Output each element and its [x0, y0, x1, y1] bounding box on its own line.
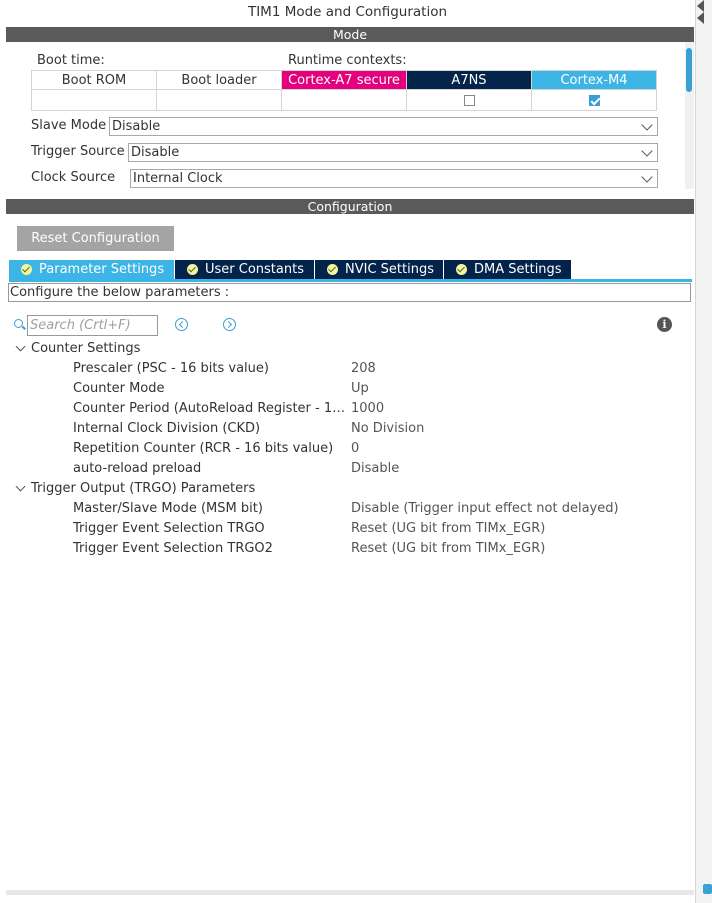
reset-configuration-button[interactable]: Reset Configuration — [17, 226, 174, 251]
trigger-source-value: Disable — [131, 145, 180, 160]
param-row-counter-period[interactable]: Counter Period (AutoReload Register - 16… — [6, 399, 694, 419]
search-row: i — [6, 314, 694, 336]
slave-mode-value: Disable — [112, 119, 161, 134]
tab-label: DMA Settings — [474, 262, 562, 277]
param-name: Internal Clock Division (CKD) — [73, 421, 261, 436]
configuration-panel: Reset Configuration Parameter Settings U… — [6, 214, 694, 890]
runtime-contexts-label: Runtime contexts: — [288, 53, 407, 68]
param-row-repetition-counter[interactable]: Repetition Counter (RCR - 16 bits value)… — [6, 439, 694, 459]
context-a7ns: A7NS — [406, 70, 532, 90]
chevron-down-icon — [641, 119, 653, 131]
chevron-down-icon[interactable] — [15, 481, 26, 492]
group-label: Trigger Output (TRGO) Parameters — [31, 481, 256, 496]
mode-section-header[interactable]: Mode — [6, 27, 694, 42]
tab-parameter-settings[interactable]: Parameter Settings — [9, 260, 174, 279]
parameter-tree: Counter Settings Prescaler (PSC - 16 bit… — [6, 339, 694, 559]
a7ns-checkbox[interactable] — [463, 95, 475, 106]
collapse-arrow-icon[interactable] — [697, 0, 704, 12]
clock-source-label: Clock Source — [31, 170, 116, 185]
next-result-icon[interactable] — [223, 318, 236, 331]
tab-user-constants[interactable]: User Constants — [175, 260, 314, 279]
right-edge-strip — [695, 0, 712, 903]
group-label: Counter Settings — [31, 341, 141, 356]
runtime-context-table: Boot ROM Boot loader Cortex-A7 secure A7… — [31, 70, 657, 111]
parameters-description: Configure the below parameters : — [8, 283, 691, 302]
param-name: auto-reload preload — [73, 461, 202, 476]
param-name: Trigger Event Selection TRGO2 — [73, 541, 273, 556]
param-row-trgo2[interactable]: Trigger Event Selection TRGO2 Reset (UG … — [6, 539, 694, 559]
cortex-m4-cell — [531, 89, 657, 111]
search-input[interactable] — [27, 315, 158, 336]
previous-result-icon[interactable] — [175, 318, 188, 331]
chevron-down-icon — [641, 145, 653, 157]
slave-mode-select[interactable]: Disable — [109, 117, 658, 136]
check-circle-icon — [21, 264, 32, 275]
chevron-down-icon — [641, 171, 653, 183]
tabs-underline — [9, 279, 692, 282]
tab-label: Parameter Settings — [39, 262, 165, 277]
check-circle-icon — [327, 264, 338, 275]
bottom-scrollbar[interactable] — [6, 890, 694, 895]
param-row-clock-division[interactable]: Internal Clock Division (CKD) No Divisio… — [6, 419, 694, 439]
boot-loader-cell — [156, 89, 282, 111]
resize-handle[interactable] — [703, 884, 712, 894]
mode-scrollbar[interactable] — [685, 42, 694, 189]
slave-mode-label: Slave Mode — [31, 118, 107, 133]
clock-source-select[interactable]: Internal Clock — [130, 169, 658, 188]
param-name: Master/Slave Mode (MSM bit) — [73, 501, 263, 516]
param-value[interactable]: 208 — [351, 359, 376, 379]
param-value[interactable]: Up — [351, 379, 369, 399]
tab-label: NVIC Settings — [345, 262, 434, 277]
check-circle-icon — [456, 264, 467, 275]
context-boot-rom: Boot ROM — [31, 70, 157, 90]
mode-panel: Boot time: Runtime contexts: Boot ROM Bo… — [6, 42, 694, 189]
param-row-trgo[interactable]: Trigger Event Selection TRGO Reset (UG b… — [6, 519, 694, 539]
context-boot-loader: Boot loader — [156, 70, 282, 90]
check-circle-icon — [187, 264, 198, 275]
param-value[interactable]: Reset (UG bit from TIMx_EGR) — [351, 539, 545, 559]
param-row-master-slave-mode[interactable]: Master/Slave Mode (MSM bit) Disable (Tri… — [6, 499, 694, 519]
context-cortex-a7-secure: Cortex-A7 secure — [281, 70, 407, 90]
param-value[interactable]: No Division — [351, 419, 424, 439]
boot-time-label: Boot time: — [37, 53, 105, 68]
param-row-counter-mode[interactable]: Counter Mode Up — [6, 379, 694, 399]
group-counter-settings[interactable]: Counter Settings — [6, 339, 694, 359]
context-cortex-m4: Cortex-M4 — [531, 70, 657, 90]
search-icon — [14, 319, 23, 328]
param-name: Repetition Counter (RCR - 16 bits value) — [73, 441, 334, 456]
cortex-m4-checkbox[interactable] — [588, 95, 600, 106]
group-trigger-output[interactable]: Trigger Output (TRGO) Parameters — [6, 479, 694, 499]
info-icon[interactable]: i — [657, 317, 672, 332]
param-value[interactable]: 1000 — [351, 399, 384, 419]
mode-scrollbar-thumb[interactable] — [686, 48, 692, 92]
param-row-auto-reload-preload[interactable]: auto-reload preload Disable — [6, 459, 694, 479]
chevron-down-icon[interactable] — [15, 341, 26, 352]
expand-arrow-icon[interactable] — [697, 12, 704, 24]
param-name: Counter Mode — [73, 381, 165, 396]
param-value[interactable]: Reset (UG bit from TIMx_EGR) — [351, 519, 545, 539]
window-title: TIM1 Mode and Configuration — [247, 4, 448, 20]
param-name: Counter Period (AutoReload Register - 16… — [73, 401, 349, 416]
a7ns-cell — [406, 89, 532, 111]
tab-label: User Constants — [205, 262, 304, 277]
cortex-a7-secure-cell — [281, 89, 407, 111]
trigger-source-select[interactable]: Disable — [128, 143, 658, 162]
configuration-section-header[interactable]: Configuration — [6, 199, 694, 214]
param-name: Prescaler (PSC - 16 bits value) — [73, 361, 269, 376]
param-value[interactable]: Disable — [351, 459, 399, 479]
param-value[interactable]: Disable (Trigger input effect not delaye… — [351, 499, 619, 519]
param-row-prescaler[interactable]: Prescaler (PSC - 16 bits value) 208 — [6, 359, 694, 379]
tab-nvic-settings[interactable]: NVIC Settings — [315, 260, 443, 279]
trigger-source-label: Trigger Source — [31, 144, 125, 159]
param-name: Trigger Event Selection TRGO — [73, 521, 265, 536]
param-value[interactable]: 0 — [351, 439, 359, 459]
tab-dma-settings[interactable]: DMA Settings — [444, 260, 571, 279]
clock-source-value: Internal Clock — [133, 171, 223, 186]
boot-rom-cell — [31, 89, 157, 111]
